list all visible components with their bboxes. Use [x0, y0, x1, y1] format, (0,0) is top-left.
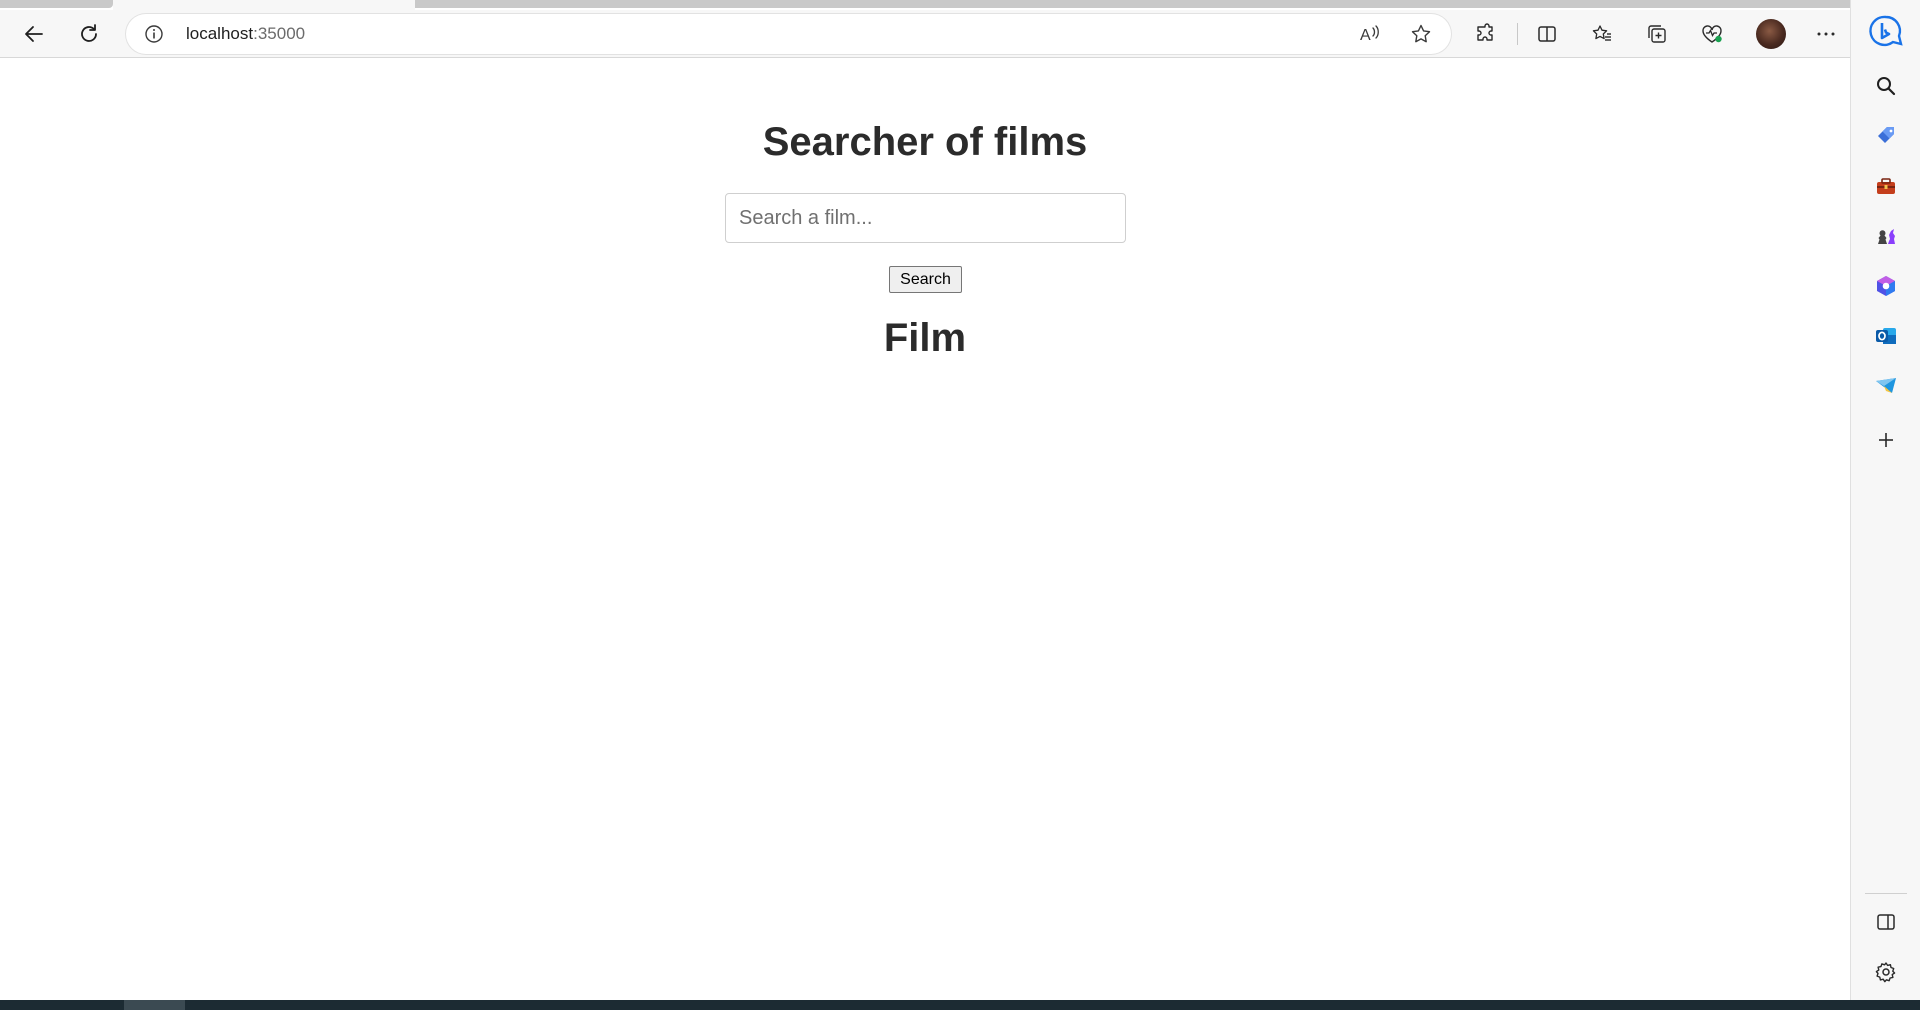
address-port: :35000 — [253, 24, 306, 43]
address-host: localhost — [186, 24, 254, 43]
address-url[interactable]: localhost:35000 — [186, 24, 305, 44]
favorites-icon[interactable] — [1584, 16, 1620, 52]
film-section-title: Film — [883, 316, 967, 360]
page-title: Searcher of films — [762, 120, 1088, 164]
profile-avatar[interactable] — [1756, 19, 1786, 49]
info-icon[interactable] — [144, 24, 164, 44]
tab-strip — [0, 0, 1920, 10]
office-icon[interactable] — [1868, 268, 1904, 304]
taskbar — [0, 1000, 1920, 1010]
outlook-icon[interactable] — [1868, 318, 1904, 354]
refresh-icon[interactable] — [71, 16, 107, 52]
telegram-icon[interactable] — [1868, 368, 1904, 404]
sidebar-divider — [1865, 893, 1907, 894]
address-bar[interactable]: localhost:35000 A — [126, 14, 1451, 54]
search-icon[interactable] — [1868, 68, 1904, 104]
tab-active[interactable] — [113, 0, 415, 10]
browser-toolbar: localhost:35000 A — [0, 10, 1850, 58]
search-input[interactable] — [725, 193, 1126, 243]
bing-chat-icon[interactable] — [1868, 14, 1904, 50]
edge-sidebar — [1850, 0, 1920, 1000]
favorite-star-icon[interactable] — [1406, 19, 1436, 49]
settings-icon[interactable] — [1868, 954, 1904, 990]
toolbar-separator — [1517, 23, 1518, 45]
taskbar-item[interactable] — [124, 1000, 185, 1010]
read-aloud-icon[interactable]: A — [1355, 19, 1385, 49]
page-content: Searcher of films Search Film — [0, 59, 1850, 1000]
back-icon[interactable] — [16, 16, 52, 52]
svg-text:A: A — [1360, 27, 1371, 44]
tab-inactive-right[interactable] — [415, 0, 1920, 8]
browser-essentials-icon[interactable] — [1694, 16, 1730, 52]
sidebar-toggle-icon[interactable] — [1868, 904, 1904, 940]
extensions-icon[interactable] — [1467, 16, 1503, 52]
tab-inactive-left[interactable] — [0, 0, 113, 8]
shopping-tag-icon[interactable] — [1868, 118, 1904, 154]
add-icon[interactable] — [1868, 422, 1904, 458]
tools-icon[interactable] — [1868, 168, 1904, 204]
search-button[interactable]: Search — [889, 266, 962, 293]
collections-icon[interactable] — [1639, 16, 1675, 52]
games-icon[interactable] — [1868, 218, 1904, 254]
split-screen-icon[interactable] — [1529, 16, 1565, 52]
more-icon[interactable] — [1808, 16, 1844, 52]
